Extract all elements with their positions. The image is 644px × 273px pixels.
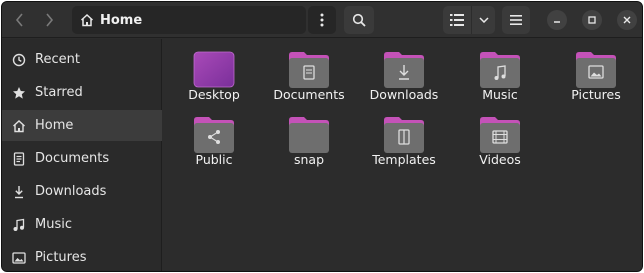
list-view-icon [450, 14, 464, 26]
file-name: Templates [372, 152, 436, 167]
sidebar-item-downloads[interactable]: Downloads [2, 176, 162, 207]
sidebar: Recent Starred Home Documents Downloads … [2, 39, 162, 271]
clock-icon [12, 53, 26, 66]
downloads-folder-icon [384, 52, 424, 88]
sidebar-item-home[interactable]: Home [2, 110, 162, 141]
vertical-dots-icon [320, 13, 324, 27]
documents-folder-icon [289, 52, 329, 88]
forward-button[interactable] [36, 7, 62, 33]
sidebar-item-label: Pictures [35, 250, 87, 265]
list-view-button[interactable] [443, 6, 471, 34]
back-button[interactable] [7, 7, 33, 33]
close-button[interactable] [617, 10, 637, 30]
file-item-documents[interactable]: Documents [261, 44, 357, 104]
sidebar-item-label: Documents [35, 151, 110, 166]
file-name: Videos [479, 152, 521, 167]
search-button[interactable] [344, 6, 374, 34]
file-item-videos[interactable]: Videos [452, 109, 548, 169]
sidebar-item-label: Music [35, 217, 72, 232]
file-name: Pictures [571, 87, 621, 102]
templates-folder-icon [384, 117, 424, 153]
path-menu-button[interactable] [308, 6, 336, 34]
file-name: snap [293, 152, 325, 167]
pictures-folder-icon [576, 52, 616, 88]
videos-folder-icon [480, 117, 520, 153]
document-icon [13, 151, 25, 166]
main-menu-button[interactable] [502, 6, 530, 34]
picture-icon [12, 251, 26, 264]
download-icon [15, 185, 23, 198]
maximize-button[interactable] [582, 10, 602, 30]
chevron-left-icon [15, 13, 23, 27]
file-name: Public [195, 152, 233, 167]
sidebar-item-label: Starred [35, 85, 83, 100]
sidebar-item-starred[interactable]: Starred [2, 77, 162, 108]
music-icon [13, 218, 25, 231]
home-icon [13, 119, 25, 132]
file-grid: Desktop Documents Downloads Music Pictur… [163, 39, 642, 271]
file-item-downloads[interactable]: Downloads [356, 44, 452, 104]
breadcrumb-home[interactable]: Home [100, 13, 142, 28]
view-options-dropdown[interactable] [471, 6, 495, 34]
desktop-folder-icon [193, 51, 235, 88]
file-item-templates[interactable]: Templates [356, 109, 452, 169]
hamburger-icon [510, 15, 522, 25]
file-item-desktop[interactable]: Desktop [166, 44, 262, 104]
sidebar-item-label: Downloads [35, 184, 107, 199]
file-item-pictures[interactable]: Pictures [548, 44, 642, 104]
sidebar-item-label: Recent [35, 52, 80, 67]
search-icon [352, 13, 366, 27]
sidebar-item-music[interactable]: Music [2, 209, 162, 240]
file-item-public[interactable]: Public [166, 109, 262, 169]
maximize-icon [588, 16, 596, 24]
file-item-snap[interactable]: snap [261, 109, 357, 169]
file-name: Music [482, 87, 518, 102]
file-item-music[interactable]: Music [452, 44, 548, 104]
folder-icon [289, 117, 329, 153]
minimize-icon [554, 21, 560, 23]
sidebar-item-pictures[interactable]: Pictures [2, 242, 162, 271]
public-folder-icon [194, 117, 234, 153]
music-folder-icon [480, 52, 520, 88]
file-name: Downloads [369, 87, 439, 102]
file-name: Desktop [188, 87, 240, 102]
sidebar-item-documents[interactable]: Documents [2, 143, 162, 174]
path-bar[interactable]: Home [72, 6, 306, 34]
sidebar-item-label: Home [35, 118, 74, 133]
file-name: Documents [273, 87, 345, 102]
sidebar-item-recent[interactable]: Recent [2, 44, 162, 75]
home-icon [80, 13, 94, 27]
file-manager-window: Home Recent Starred Home Documents Downl… [1, 1, 643, 272]
chevron-down-icon [478, 17, 489, 23]
minimize-button[interactable] [547, 10, 567, 30]
star-icon [13, 86, 25, 99]
close-icon [623, 16, 631, 24]
header-bar: Home [2, 2, 642, 38]
chevron-right-icon [46, 13, 54, 27]
